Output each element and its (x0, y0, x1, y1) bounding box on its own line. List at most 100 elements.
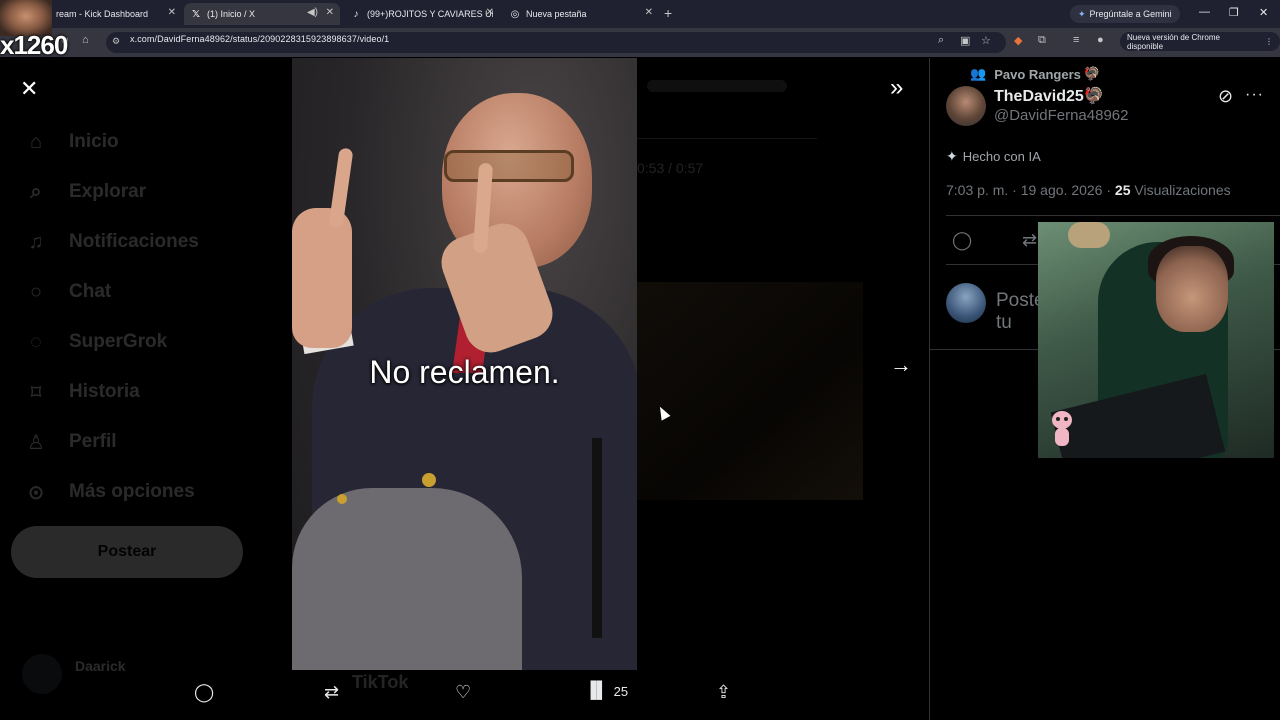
tab-x-inicio[interactable]: 𝕏 (1) Inicio / X ◀) ✕ (184, 3, 340, 25)
video-caption: No reclamen. (369, 354, 560, 390)
repost-icon: ⇄ (324, 682, 340, 702)
tweet-time[interactable]: 7:03 p. m. (946, 182, 1008, 198)
tab-new-tab[interactable]: ◎ Nueva pestaña ✕ (503, 3, 659, 25)
bookmark-star-icon[interactable]: ☆ (981, 34, 991, 47)
author-display-name[interactable]: TheDavid25🦃 (994, 86, 1104, 106)
chrome-icon: ◎ (510, 8, 520, 20)
close-tab-icon[interactable]: ✕ (326, 7, 334, 18)
sidebar-item-historia[interactable]: ⌑ Historia (24, 380, 140, 404)
sidebar-item-label: Notificaciones (69, 231, 199, 252)
minimize-icon[interactable]: — (1199, 6, 1210, 18)
tiktok-icon: ♪ (353, 8, 359, 20)
made-with-ai-text: Hecho con IA (962, 149, 1041, 164)
video-frame-hand-left (292, 208, 352, 348)
tab-title: ream - Kick Dashboard (56, 9, 149, 19)
tab-title: (1) Inicio / X (207, 9, 256, 19)
author-handle[interactable]: @DavidFerna48962 (994, 107, 1128, 124)
sidebar-item-label: SuperGrok (69, 331, 168, 352)
tweet-views-count: 25 (1114, 182, 1131, 198)
ask-gemini-button[interactable]: ✦ Pregúntale a Gemini (1070, 5, 1180, 23)
sidebar-item-explorar[interactable]: ⌕ Explorar (24, 180, 146, 204)
repost-button[interactable]: ⇄ (324, 682, 339, 703)
more-options-icon[interactable]: ··· (1245, 86, 1264, 104)
tweet-views-label: Visualizaciones (1134, 182, 1231, 198)
feed-divider (637, 138, 817, 139)
reply-icon: ◯ (194, 682, 215, 702)
video-time-text: 0:53 / 0:57 (637, 160, 704, 176)
turkey-emoji-icon: 🦃 (1083, 66, 1101, 81)
video-frame-leg (292, 488, 522, 670)
bookmark-icon: ⌑ (30, 381, 42, 404)
chrome-update-button[interactable]: Nueva versión de Chrome disponible ⋮ (1120, 32, 1280, 51)
video-frame-button (337, 494, 347, 504)
url-text[interactable]: x.com/DavidFerna48962/status/20902283159… (130, 34, 389, 44)
close-tab-icon[interactable]: ✕ (168, 7, 176, 18)
tweet-reply-icon[interactable]: ◯ (952, 230, 972, 251)
more-circle-icon: ⊙ (27, 481, 45, 504)
cast-icon[interactable]: ▣ (960, 34, 970, 47)
sidebar-item-chat[interactable]: ○ Chat (24, 280, 111, 304)
sidebar-item-mas-opciones[interactable]: ⊙ Más opciones (24, 480, 195, 504)
home-icon: ⌂ (29, 130, 43, 153)
tab-kick-dashboard[interactable]: ream - Kick Dashboard ✕ (42, 3, 182, 25)
extension-fox-icon[interactable]: ◆ (1014, 34, 1022, 47)
turkey-emoji-icon: 🦃 (1083, 88, 1104, 105)
close-icon[interactable]: ✕ (20, 76, 38, 102)
tiktok-watermark: TikTok (352, 672, 409, 692)
heart-icon: ♡ (455, 682, 472, 702)
bell-icon: ♫ (28, 230, 44, 253)
share-button[interactable]: ⇪ (716, 682, 731, 703)
site-info-icon[interactable]: ⚙ (112, 36, 120, 47)
views-button[interactable]: ▐▌ 25 (585, 682, 628, 700)
maximize-icon[interactable]: ❐ (1229, 6, 1239, 19)
stream-overlay-tag: x1260 (0, 30, 68, 60)
sidebar-item-perfil[interactable]: ♙ Perfil (24, 430, 117, 454)
close-tab-icon[interactable]: ✕ (486, 7, 494, 18)
separator: · (1012, 182, 1021, 198)
extensions-icon[interactable]: ⧉ (1038, 34, 1046, 47)
feed-text-line (647, 80, 787, 92)
gemini-label: Pregúntale a Gemini (1089, 9, 1172, 19)
grok-icon[interactable]: ⊘ (1218, 86, 1233, 107)
more-vert-icon[interactable]: ⋮ (1265, 37, 1273, 46)
media-controls-icon[interactable]: ≡ (1073, 34, 1079, 46)
social-context-label: Pavo Rangers (994, 66, 1081, 82)
expand-panel-icon[interactable]: » (890, 74, 903, 102)
zoom-icon[interactable]: ⌕ (938, 34, 944, 47)
sidebar-item-inicio[interactable]: ⌂ Inicio (24, 130, 119, 154)
update-label: Nueva versión de Chrome disponible (1127, 32, 1220, 51)
tweet-repost-icon[interactable]: ⇄ (1022, 230, 1037, 251)
account-avatar[interactable] (22, 654, 62, 694)
sidebar-item-supergrok[interactable]: ◌ SuperGrok (24, 330, 167, 354)
pig-sticker-icon (1052, 411, 1072, 446)
video-player[interactable]: No reclamen. (292, 58, 637, 670)
new-tab-icon[interactable]: + (664, 5, 672, 21)
like-button[interactable]: ♡ (455, 682, 471, 703)
close-tab-icon[interactable]: ✕ (645, 7, 653, 18)
close-window-icon[interactable]: ✕ (1259, 6, 1268, 19)
speaker-icon[interactable]: ◀) (307, 7, 318, 18)
author-avatar[interactable] (946, 86, 986, 126)
tab-title: (99+)ROJITOS Y CAVIARES UNI (367, 9, 493, 19)
panel-divider (929, 58, 930, 720)
sidebar-item-label: Perfil (69, 431, 117, 452)
feed-background: 0:53 / 0:57 (637, 58, 929, 720)
account-name[interactable]: Daarick (75, 658, 126, 674)
reply-button[interactable]: ◯ (194, 682, 214, 703)
search-icon: ⌕ (30, 180, 42, 203)
feed-media-thumbnail (637, 282, 863, 500)
separator: · (1106, 182, 1115, 198)
tweet-date[interactable]: 19 ago. 2026 (1021, 182, 1103, 198)
profile-icon[interactable]: ● (1097, 34, 1104, 46)
post-button[interactable]: Postear (11, 526, 243, 578)
video-frame-glasses (444, 150, 574, 182)
views-count: 25 (613, 683, 629, 699)
next-media-icon[interactable]: → (890, 352, 912, 378)
social-context[interactable]: 👥 Pavo Rangers 🦃 (970, 66, 1100, 82)
reply-avatar (946, 283, 986, 323)
home-icon[interactable]: ⌂ (82, 34, 89, 46)
x-sidebar: ⌂ Inicio ⌕ Explorar ♫ Notificaciones ○ C… (0, 58, 292, 720)
gemini-icon: ✦ (1078, 8, 1086, 19)
tab-tiktok[interactable]: ♪ (99+)ROJITOS Y CAVIARES UNI ✕ (344, 3, 500, 25)
sidebar-item-notificaciones[interactable]: ♫ Notificaciones (24, 230, 199, 254)
